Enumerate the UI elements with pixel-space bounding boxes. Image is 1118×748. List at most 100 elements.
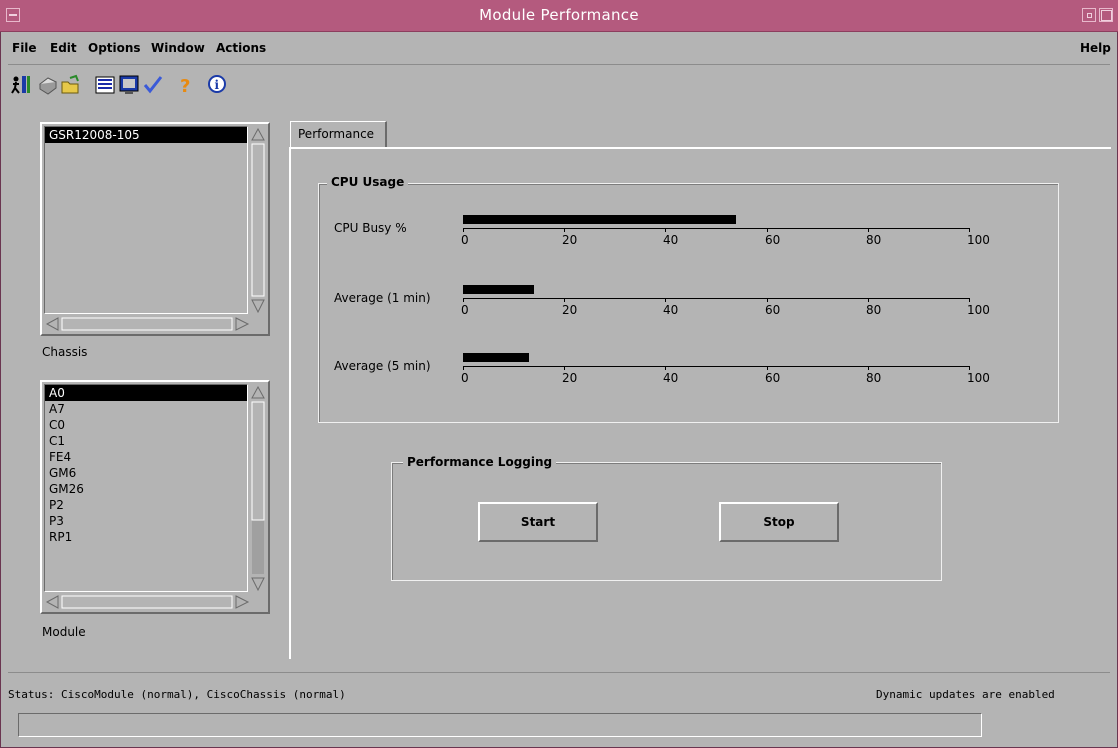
menu-window[interactable]: Window <box>151 41 205 55</box>
status-progress-field <box>18 713 982 737</box>
module-label: Module <box>42 625 86 639</box>
stop-button[interactable]: Stop <box>719 502 839 542</box>
start-button[interactable]: Start <box>478 502 598 542</box>
module-list-item[interactable]: P2 <box>45 497 247 513</box>
monitor-button[interactable] <box>118 74 140 96</box>
meter-tick-label: 20 <box>562 371 578 385</box>
module-list: A0 A7 C0 C1 FE4 GM6 GM26 P2 P3 RP1 <box>44 384 248 592</box>
meter-bar <box>463 285 534 294</box>
chassis-vertical-scrollbar[interactable] <box>250 126 266 314</box>
meter-tick-label: 100 <box>967 303 990 317</box>
chassis-horizontal-scrollbar[interactable] <box>44 316 250 332</box>
meter-axis <box>463 228 969 229</box>
meter-label: CPU Busy % <box>334 221 407 235</box>
meter-label: Average (1 min) <box>334 291 431 305</box>
status-divider <box>8 672 1110 673</box>
list-icon <box>95 76 115 94</box>
meter-bar <box>463 215 736 224</box>
module-list-item[interactable]: A0 <box>45 385 247 401</box>
meter-tick-label: 40 <box>663 233 679 247</box>
module-list-item[interactable]: RP1 <box>45 529 247 545</box>
cpu-usage-title: CPU Usage <box>327 175 409 189</box>
maximize-button[interactable] <box>1099 8 1113 22</box>
meter-tick <box>463 298 464 302</box>
meter-tick-label: 60 <box>765 233 781 247</box>
meter-tick-label: 40 <box>663 371 679 385</box>
meter-label: Average (5 min) <box>334 359 431 373</box>
svg-text:i: i <box>215 78 220 92</box>
meter-tick-label: 20 <box>562 233 578 247</box>
performance-logging-group <box>391 462 942 581</box>
meter-axis <box>463 366 969 367</box>
module-horizontal-scrollbar[interactable] <box>44 594 250 610</box>
meter-tick-label: 20 <box>562 303 578 317</box>
meter-tick-label: 80 <box>866 233 882 247</box>
module-listbox[interactable]: A0 A7 C0 C1 FE4 GM6 GM26 P2 P3 RP1 <box>40 380 270 614</box>
minimize-button[interactable] <box>1082 8 1096 22</box>
svg-text:?: ? <box>180 76 190 96</box>
meter-axis <box>463 298 969 299</box>
meter-tick <box>564 228 565 232</box>
menu-help[interactable]: Help <box>1080 41 1111 55</box>
toolbar: ? i <box>8 66 1110 100</box>
scroll-up-down-icon <box>251 385 265 592</box>
module-list-item[interactable]: C0 <box>45 417 247 433</box>
scroll-left-right-icon <box>45 317 250 331</box>
menu-actions[interactable]: Actions <box>216 41 266 55</box>
meter-tick <box>868 228 869 232</box>
maximize-icon <box>1101 10 1112 21</box>
chassis-list: GSR12008-105 <box>44 126 248 314</box>
meter-tick-label: 0 <box>461 371 469 385</box>
chassis-listbox[interactable]: GSR12008-105 <box>40 122 270 336</box>
module-list-item[interactable]: GM26 <box>45 481 247 497</box>
tab-performance[interactable]: Performance <box>290 121 387 148</box>
module-vertical-scrollbar[interactable] <box>250 384 266 592</box>
help-button[interactable]: ? <box>174 74 196 97</box>
meter-tick <box>767 366 768 370</box>
help-question-icon: ? <box>180 76 190 97</box>
meter-tick-label: 80 <box>866 371 882 385</box>
menu-edit[interactable]: Edit <box>50 41 77 55</box>
print-icon <box>39 77 57 95</box>
meter-tick-label: 100 <box>967 371 990 385</box>
minimize-icon <box>1087 13 1092 18</box>
meter-bar <box>463 353 529 362</box>
meter-tick <box>969 228 970 232</box>
meter-tick <box>767 298 768 302</box>
tab-performance-label: Performance <box>298 127 375 141</box>
scroll-up-icon <box>251 127 265 314</box>
open-folder-button[interactable] <box>60 74 82 96</box>
module-list-item[interactable]: A7 <box>45 401 247 417</box>
window-title: Module Performance <box>479 6 639 24</box>
meter-tick-label: 60 <box>765 371 781 385</box>
info-button[interactable]: i <box>206 74 228 96</box>
print-button[interactable] <box>36 74 58 96</box>
title-bar[interactable]: Module Performance <box>0 0 1118 32</box>
check-button[interactable] <box>142 74 164 96</box>
exit-button[interactable] <box>10 74 32 96</box>
meter-tick-label: 40 <box>663 303 679 317</box>
module-list-item[interactable]: GM6 <box>45 465 247 481</box>
chassis-list-item[interactable]: GSR12008-105 <box>45 127 247 143</box>
module-list-item[interactable]: P3 <box>45 513 247 529</box>
menu-options[interactable]: Options <box>88 41 141 55</box>
meter-tick-label: 0 <box>461 303 469 317</box>
module-list-item[interactable]: C1 <box>45 433 247 449</box>
meter-tick <box>868 298 869 302</box>
meter-tick <box>665 228 666 232</box>
dynamic-updates-status: Dynamic updates are enabled <box>876 688 1055 701</box>
meter-tick <box>463 366 464 370</box>
scroll-left-right-icon <box>45 595 250 609</box>
module-list-item[interactable]: FE4 <box>45 449 247 465</box>
meter-tick <box>463 228 464 232</box>
performance-logging-title: Performance Logging <box>403 455 557 469</box>
meter-tick <box>969 298 970 302</box>
meter-tick <box>564 366 565 370</box>
meter-tick <box>665 298 666 302</box>
meter-tick <box>868 366 869 370</box>
meter-tick <box>969 366 970 370</box>
list-button[interactable] <box>94 74 116 96</box>
status-text: Status: CiscoModule (normal), CiscoChass… <box>8 688 346 701</box>
menu-file[interactable]: File <box>12 41 37 55</box>
meter-tick <box>767 228 768 232</box>
